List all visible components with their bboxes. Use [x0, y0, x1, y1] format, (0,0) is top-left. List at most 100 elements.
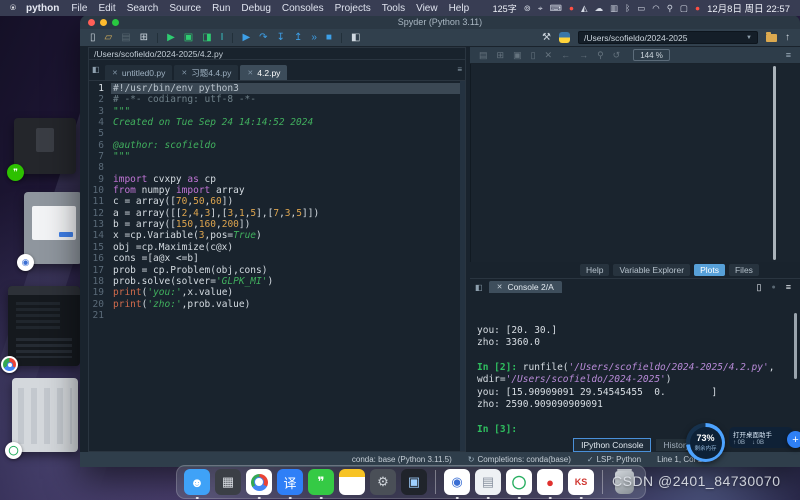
- wifi-icon[interactable]: ◠: [652, 3, 659, 14]
- stop-icon[interactable]: ■: [326, 33, 332, 43]
- stats-icon[interactable]: ▥: [610, 3, 618, 14]
- close-tab-icon[interactable]: ✕: [247, 69, 253, 77]
- breadcrumb[interactable]: /Users/scofieldo/2024-2025/4.2.py: [88, 47, 466, 60]
- record-icon[interactable]: ●: [569, 3, 574, 14]
- plots-zoom-level[interactable]: 144 %: [633, 49, 670, 61]
- tab-help[interactable]: Help: [580, 264, 609, 276]
- run-icon[interactable]: ▶: [167, 33, 175, 43]
- editor-tab-习题4.4.py[interactable]: ✕习题4.4.py: [174, 65, 238, 80]
- step-into-icon[interactable]: ↧: [277, 33, 285, 43]
- input-method-label[interactable]: 125字: [493, 2, 517, 15]
- assistant-icon[interactable]: ⊚: [524, 3, 531, 14]
- menu-item-debug[interactable]: Debug: [241, 3, 270, 14]
- browse-directory-icon[interactable]: [766, 34, 777, 42]
- search-icon[interactable]: ⚲: [667, 3, 673, 14]
- layout-icon[interactable]: ◧: [351, 33, 360, 43]
- menu-item-view[interactable]: View: [416, 3, 438, 14]
- zoom-in-icon[interactable]: ⚲: [597, 50, 604, 61]
- zoom-out-icon[interactable]: ↺: [613, 50, 621, 61]
- bluetooth-icon[interactable]: ᛒ: [625, 3, 630, 14]
- battery-icon[interactable]: ▭: [637, 3, 645, 14]
- menu-item-projects[interactable]: Projects: [335, 3, 371, 14]
- preferences-wrench-icon[interactable]: ⚒: [542, 33, 551, 43]
- weather-icon[interactable]: ☁: [595, 3, 604, 14]
- dock-icon-app-ring[interactable]: ◯: [506, 469, 532, 495]
- debug-icon[interactable]: ▶: [242, 33, 250, 43]
- dock-icon-app-circles[interactable]: ◉: [444, 469, 470, 495]
- next-plot-icon[interactable]: →: [579, 50, 588, 61]
- dock-icon-finder[interactable]: ☻: [184, 469, 210, 495]
- editor-scrollbar[interactable]: [460, 81, 465, 451]
- assistant-plus-button[interactable]: +: [787, 431, 800, 448]
- tab-files[interactable]: Files: [729, 264, 759, 276]
- tab-ipython-console[interactable]: IPython Console: [573, 438, 651, 452]
- lsp-status[interactable]: ✓LSP: Python: [587, 455, 641, 464]
- console-scrollbar[interactable]: [794, 313, 797, 379]
- remove-all-plots-icon[interactable]: ✕: [545, 50, 553, 61]
- shapes-icon[interactable]: ◭: [581, 3, 588, 14]
- parent-directory-icon[interactable]: ↑: [785, 33, 790, 43]
- menu-item-tools[interactable]: Tools: [382, 3, 405, 14]
- code-editor[interactable]: 1#!/usr/bin/env python32# -*- codiarng: …: [88, 80, 466, 452]
- previous-plot-icon[interactable]: ←: [561, 50, 570, 61]
- minimized-window-dialog[interactable]: ◉: [24, 192, 82, 264]
- plots-scrollbar[interactable]: [773, 66, 776, 260]
- display-icon[interactable]: ▢: [680, 3, 688, 14]
- dock-icon-app-ks[interactable]: KS: [568, 469, 594, 495]
- keyboard-icon[interactable]: ⌨: [550, 3, 562, 14]
- console-pane-options-icon[interactable]: ◧: [475, 283, 483, 292]
- dock-icon-settings[interactable]: ⚙: [370, 469, 396, 495]
- editor-tab-4.2.py[interactable]: ✕4.2.py: [240, 65, 287, 80]
- step-out-icon[interactable]: ↥: [294, 33, 302, 43]
- dock-icon-wechat[interactable]: ❞: [308, 469, 334, 495]
- pane-options-icon[interactable]: ◧: [92, 65, 100, 74]
- dock-icon-notes[interactable]: [339, 469, 365, 495]
- active-app-name[interactable]: python: [26, 3, 59, 14]
- mic-icon[interactable]: ⌖: [538, 3, 543, 14]
- memory-monitor-widget[interactable]: 73% 剩余内存 打开桌面助手 ↑ 0B ↓ 0B +: [686, 423, 800, 462]
- run-cell-icon[interactable]: ▣: [184, 33, 193, 43]
- apple-menu-icon[interactable]: ⍟: [10, 3, 16, 14]
- tab-variable-explorer[interactable]: Variable Explorer: [613, 264, 690, 276]
- tab-menu-icon[interactable]: ≡: [457, 65, 462, 74]
- close-tab-icon[interactable]: ✕: [181, 69, 187, 77]
- working-directory-select[interactable]: /Users/scofieldo/2024-2025 ▼: [578, 31, 758, 44]
- assistant-card[interactable]: 打开桌面助手 ↑ 0B ↓ 0B: [729, 427, 793, 448]
- remove-plot-icon[interactable]: ▯: [531, 50, 536, 61]
- minimized-window-wechat[interactable]: ❞: [14, 118, 76, 174]
- interrupt-kernel-icon[interactable]: ▯: [757, 282, 762, 293]
- dock-icon-app-photos[interactable]: ▤: [475, 469, 501, 495]
- save-all-icon[interactable]: ⊞: [140, 33, 148, 43]
- save-plot-icon[interactable]: ▤: [479, 50, 488, 61]
- console-tab[interactable]: ✕ Console 2/A: [489, 281, 562, 293]
- editor-tab-untitled0.py[interactable]: ✕untitled0.py: [105, 65, 172, 80]
- save-icon[interactable]: ▤: [121, 33, 130, 43]
- continue-icon[interactable]: »: [311, 33, 317, 43]
- new-file-icon[interactable]: ▯: [90, 33, 96, 43]
- save-all-plots-icon[interactable]: ⊞: [497, 50, 505, 61]
- copy-plot-icon[interactable]: ▣: [513, 50, 522, 61]
- dock-icon-app-apple[interactable]: ●: [537, 469, 563, 495]
- minimized-window-grid[interactable]: ◯: [12, 378, 78, 452]
- menu-item-help[interactable]: Help: [449, 3, 470, 14]
- dock-icon-launchpad[interactable]: ▦: [215, 469, 241, 495]
- screen-record-icon[interactable]: ●: [695, 3, 700, 14]
- conda-env-status[interactable]: conda: base (Python 3.11.5): [352, 455, 452, 464]
- step-over-icon[interactable]: ↷: [259, 33, 267, 43]
- menu-item-search[interactable]: Search: [127, 3, 159, 14]
- tab-plots[interactable]: Plots: [694, 264, 725, 276]
- python-env-icon[interactable]: [559, 32, 570, 43]
- menu-item-run[interactable]: Run: [212, 3, 230, 14]
- dock-icon-chrome[interactable]: [246, 469, 272, 495]
- close-console-icon[interactable]: ✕: [497, 283, 503, 291]
- menu-item-file[interactable]: File: [71, 3, 87, 14]
- open-file-icon[interactable]: ▱: [105, 33, 113, 43]
- menu-clock[interactable]: 12月8日 周日 22:57: [707, 1, 790, 15]
- menu-item-edit[interactable]: Edit: [98, 3, 115, 14]
- menu-item-source[interactable]: Source: [169, 3, 201, 14]
- run-selection-icon[interactable]: I: [221, 33, 224, 43]
- console-menu-icon[interactable]: ≡: [786, 282, 791, 292]
- completions-status[interactable]: ↻Completions: conda(base): [468, 455, 571, 464]
- minimized-window-browser[interactable]: [8, 286, 80, 366]
- close-tab-icon[interactable]: ✕: [112, 69, 118, 77]
